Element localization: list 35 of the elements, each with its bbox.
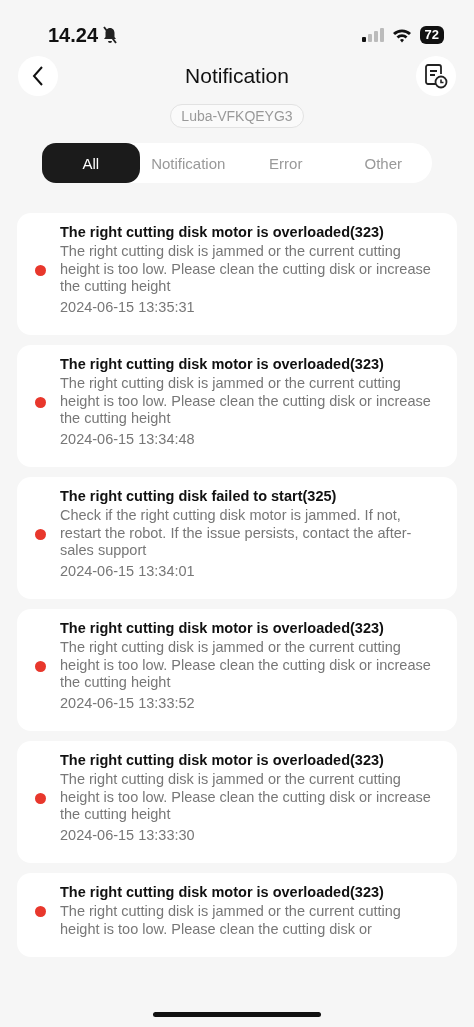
page-title: Notification [185, 64, 289, 88]
filter-tab[interactable]: All [42, 143, 140, 183]
notification-title: The right cutting disk motor is overloaded(323) [60, 884, 385, 900]
battery-indicator: 72 [419, 26, 444, 44]
history-button[interactable] [416, 56, 456, 96]
notification-time: 2024-06-15 13:34:48 [60, 430, 196, 448]
notification-time: 2024-06-15 13:33:52 [60, 694, 196, 712]
notification-time: 2024-06-15 13:35:31 [60, 298, 196, 316]
bell-muted-icon [102, 26, 119, 44]
notification-title: The right cutting disk failed to start(325) [60, 488, 338, 504]
notification-card[interactable]: The right cutting disk failed to start(325) Check if the right cutting disk motor is jammed. If not, restart the robot. If the issue persists, contact the after-sales support 2024-06-15 13:34:01 [17, 477, 457, 599]
notification-message: The right cutting disk is jammed or the current cutting height is too low. Please clean the cutting disk or increase the cutting height [60, 639, 432, 692]
notification-card[interactable]: The right cutting disk motor is overloaded(323) The right cutting disk is jammed or the current cutting height is too low. Please clean the cutting disk or [17, 873, 457, 957]
notification-card[interactable] [17, 213, 457, 335]
notification-card[interactable] [17, 741, 457, 863]
notification-message: The right cutting disk is jammed or the current cutting height is too low. Please clean the cutting disk or increase the cutting height [60, 243, 432, 296]
device-name: Luba-VFKQEYG3 [170, 104, 304, 128]
notification-title: The right cutting disk motor is overloaded(323) [60, 752, 385, 768]
notification-title: The right cutting disk motor is overloaded(323) [60, 356, 385, 372]
back-button[interactable] [18, 56, 58, 96]
back-icon [32, 66, 44, 86]
notification-card[interactable] [17, 609, 457, 731]
notification-title: The right cutting disk motor is overloaded(323) [60, 224, 385, 240]
notification-card[interactable] [17, 345, 457, 467]
notification-time: 2024-06-15 13:33:30 [60, 826, 196, 844]
notification-message: The right cutting disk is jammed or the current cutting height is too low. Please clean the cutting disk or [60, 903, 402, 938]
notification-message: The right cutting disk is jammed or the current cutting height is too low. Please clean the cutting disk or increase the cutting height [60, 375, 432, 428]
document-clock-icon [424, 63, 448, 89]
notification-message: The right cutting disk is jammed or the current cutting height is too low. Please clean the cutting disk or increase the cutting height [60, 771, 432, 824]
notification-message: Check if the right cutting disk motor is jammed. If not, restart the robot. If the issue persists, contact the after-sales support [60, 507, 413, 560]
notification-time: 2024-06-15 13:34:01 [60, 562, 196, 580]
signal-icon [361, 28, 384, 42]
notification-title: The right cutting disk motor is overloaded(323) [60, 620, 385, 636]
status-time: 14.24 [48, 23, 99, 47]
wifi-icon [391, 27, 412, 43]
